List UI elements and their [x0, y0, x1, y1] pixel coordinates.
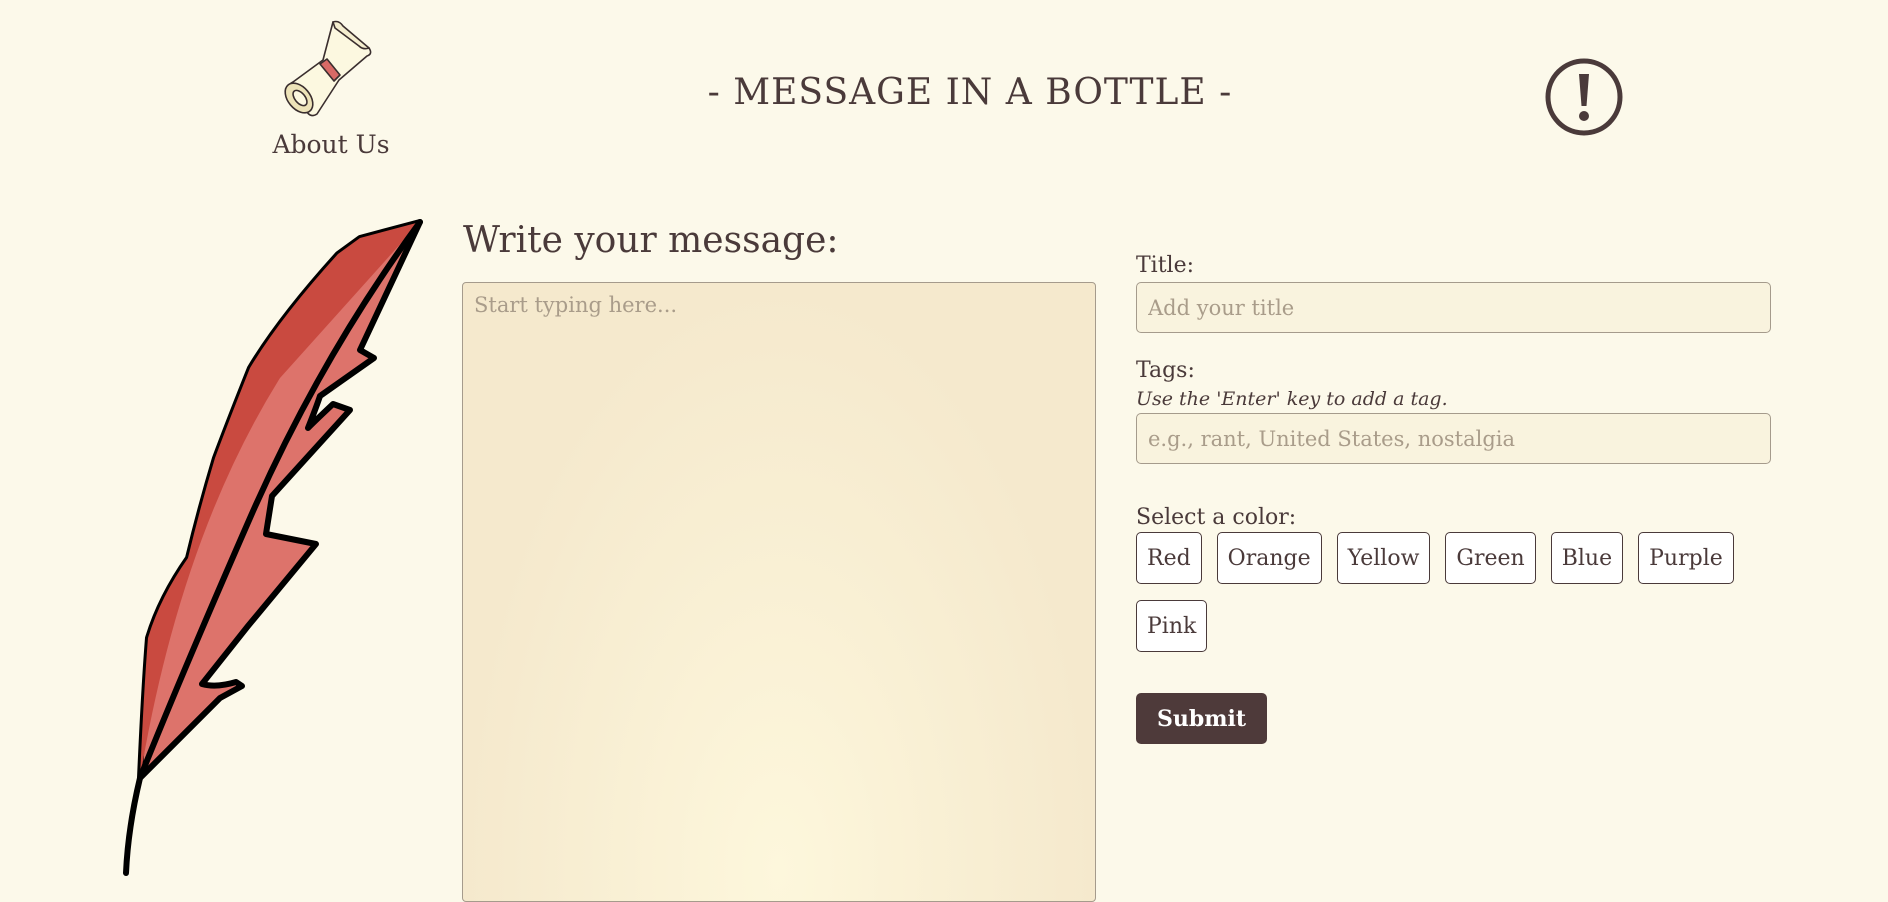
info-alert-button[interactable]	[1545, 58, 1623, 136]
color-button-purple[interactable]: Purple	[1638, 532, 1734, 584]
color-button-green[interactable]: Green	[1445, 532, 1536, 584]
write-message-heading: Write your message:	[463, 220, 839, 261]
message-textarea[interactable]	[462, 282, 1096, 902]
color-button-red[interactable]: Red	[1136, 532, 1202, 584]
color-button-orange[interactable]: Orange	[1216, 532, 1322, 584]
about-us-label: About Us	[272, 130, 390, 159]
message-form: Title: Tags: Use the 'Enter' key to add …	[1136, 252, 1771, 744]
tags-label: Tags:	[1136, 358, 1195, 383]
exclamation-circle-icon	[1545, 58, 1623, 140]
quill-feather-icon	[120, 218, 430, 882]
tags-input[interactable]	[1136, 413, 1771, 464]
color-options: Red Orange Yellow Green Blue Purple Pink	[1136, 532, 1771, 652]
submit-button[interactable]: Submit	[1136, 693, 1268, 744]
title-label: Title:	[1136, 253, 1195, 278]
color-label: Select a color:	[1136, 505, 1297, 530]
color-button-yellow[interactable]: Yellow	[1336, 532, 1431, 584]
color-button-pink[interactable]: Pink	[1136, 600, 1208, 652]
color-button-blue[interactable]: Blue	[1550, 532, 1624, 584]
tags-hint: Use the 'Enter' key to add a tag.	[1136, 388, 1448, 410]
title-input[interactable]	[1136, 282, 1771, 333]
